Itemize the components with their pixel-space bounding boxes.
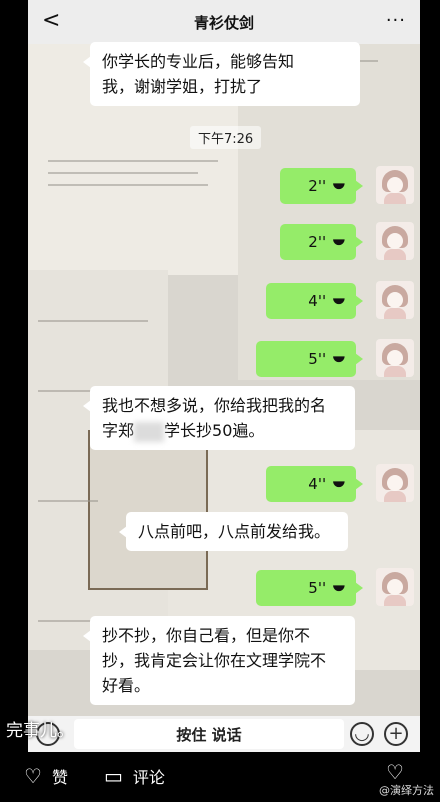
voice-message[interactable]: 2'' ◗ bbox=[280, 224, 363, 260]
chat-input-bar: 按住 说话 ◡ + bbox=[28, 716, 420, 752]
comment-icon: ▭ bbox=[104, 764, 123, 788]
wallpaper-line bbox=[48, 160, 218, 162]
comment-button[interactable]: ▭ 评论 bbox=[104, 764, 165, 788]
like-button[interactable]: ♡ 赞 bbox=[24, 764, 68, 788]
voice-wave-icon: ◗ bbox=[331, 480, 350, 488]
voice-message[interactable]: 5'' ◗ bbox=[256, 341, 363, 377]
voice-message[interactable]: 4'' ◗ bbox=[266, 283, 363, 319]
avatar[interactable] bbox=[376, 464, 414, 502]
avatar[interactable] bbox=[376, 166, 414, 204]
post-action-bar: ♡ 赞 ▭ 评论 ♡ bbox=[0, 752, 440, 802]
avatar[interactable] bbox=[376, 222, 414, 260]
emoji-icon[interactable]: ◡ bbox=[350, 722, 374, 746]
wallpaper-line bbox=[38, 320, 148, 322]
incoming-message[interactable]: 抄不抄，你自己看，但是你不 抄，我肯定会让你在文理学院不 好看。 bbox=[83, 616, 355, 705]
chat-title: 青衫仗剑 bbox=[193, 13, 254, 32]
incoming-message[interactable]: 八点前吧，八点前发给我。 bbox=[119, 512, 348, 551]
voice-duration: 5'' bbox=[308, 579, 327, 597]
weibo-watermark: @演绎方法 bbox=[379, 784, 434, 797]
voice-wave-icon: ◗ bbox=[331, 584, 350, 592]
message-text: 好看。 bbox=[102, 676, 151, 695]
voice-wave-icon: ◗ bbox=[331, 355, 350, 363]
wallpaper-line bbox=[48, 184, 208, 186]
wallpaper-line bbox=[38, 500, 98, 502]
voice-duration: 4'' bbox=[308, 292, 327, 310]
avatar[interactable] bbox=[376, 339, 414, 377]
plus-icon[interactable]: + bbox=[384, 722, 408, 746]
message-timestamp: 下午7:26 bbox=[190, 126, 262, 149]
message-text: 抄不抄，你自己看，但是你不 bbox=[102, 626, 311, 645]
avatar[interactable] bbox=[376, 568, 414, 606]
voice-wave-icon: ◗ bbox=[331, 238, 350, 246]
message-text: 八点前吧，八点前发给我。 bbox=[138, 522, 331, 541]
voice-duration: 5'' bbox=[308, 350, 327, 368]
comment-label: 评论 bbox=[132, 768, 165, 787]
message-text: 抄，我肯定会让你在文理学院不 bbox=[102, 651, 327, 670]
message-text: 字郑 bbox=[102, 421, 135, 440]
incoming-message[interactable]: 你学长的专业后，能够告知 我，谢谢学姐，打扰了 bbox=[83, 42, 360, 106]
incoming-message[interactable]: 我也不想多说，你给我把我的名 字郑 学长抄50遍。 bbox=[83, 386, 355, 450]
avatar[interactable] bbox=[376, 281, 414, 319]
heart-outline-icon: ♡ bbox=[386, 760, 404, 784]
like-label: 赞 bbox=[51, 768, 68, 787]
chat-screenshot: < 青衫仗剑 ··· 你学长的专业后，能够告知 我，谢谢学姐，打扰了 下午7:2… bbox=[28, 0, 420, 752]
message-text: 学长抄50遍。 bbox=[164, 421, 265, 440]
more-icon[interactable]: ··· bbox=[386, 10, 406, 31]
voice-wave-icon: ◗ bbox=[331, 182, 350, 190]
voice-message[interactable]: 4'' ◗ bbox=[266, 466, 363, 502]
voice-duration: 4'' bbox=[308, 475, 327, 493]
voice-message[interactable]: 2'' ◗ bbox=[280, 168, 363, 204]
redacted-name bbox=[134, 421, 165, 442]
favorite-button[interactable]: ♡ bbox=[386, 760, 414, 784]
message-text: 我也不想多说，你给我把我的名 bbox=[102, 396, 327, 415]
message-text: 你学长的专业后，能够告知 bbox=[102, 52, 295, 71]
voice-duration: 2'' bbox=[308, 177, 327, 195]
voice-duration: 2'' bbox=[308, 233, 327, 251]
voice-wave-icon: ◗ bbox=[331, 297, 350, 305]
back-arrow-icon[interactable]: < bbox=[42, 8, 60, 33]
wallpaper-portrait bbox=[88, 430, 208, 590]
message-text: 我，谢谢学姐，打扰了 bbox=[102, 77, 263, 96]
heart-outline-icon: ♡ bbox=[24, 764, 42, 788]
wallpaper-line bbox=[48, 172, 198, 174]
video-caption: 完事儿。 bbox=[6, 721, 74, 741]
voice-message[interactable]: 5'' ◗ bbox=[256, 570, 363, 606]
hold-to-talk-button[interactable]: 按住 说话 bbox=[74, 719, 344, 749]
chat-title-bar: < 青衫仗剑 ··· bbox=[28, 0, 420, 44]
